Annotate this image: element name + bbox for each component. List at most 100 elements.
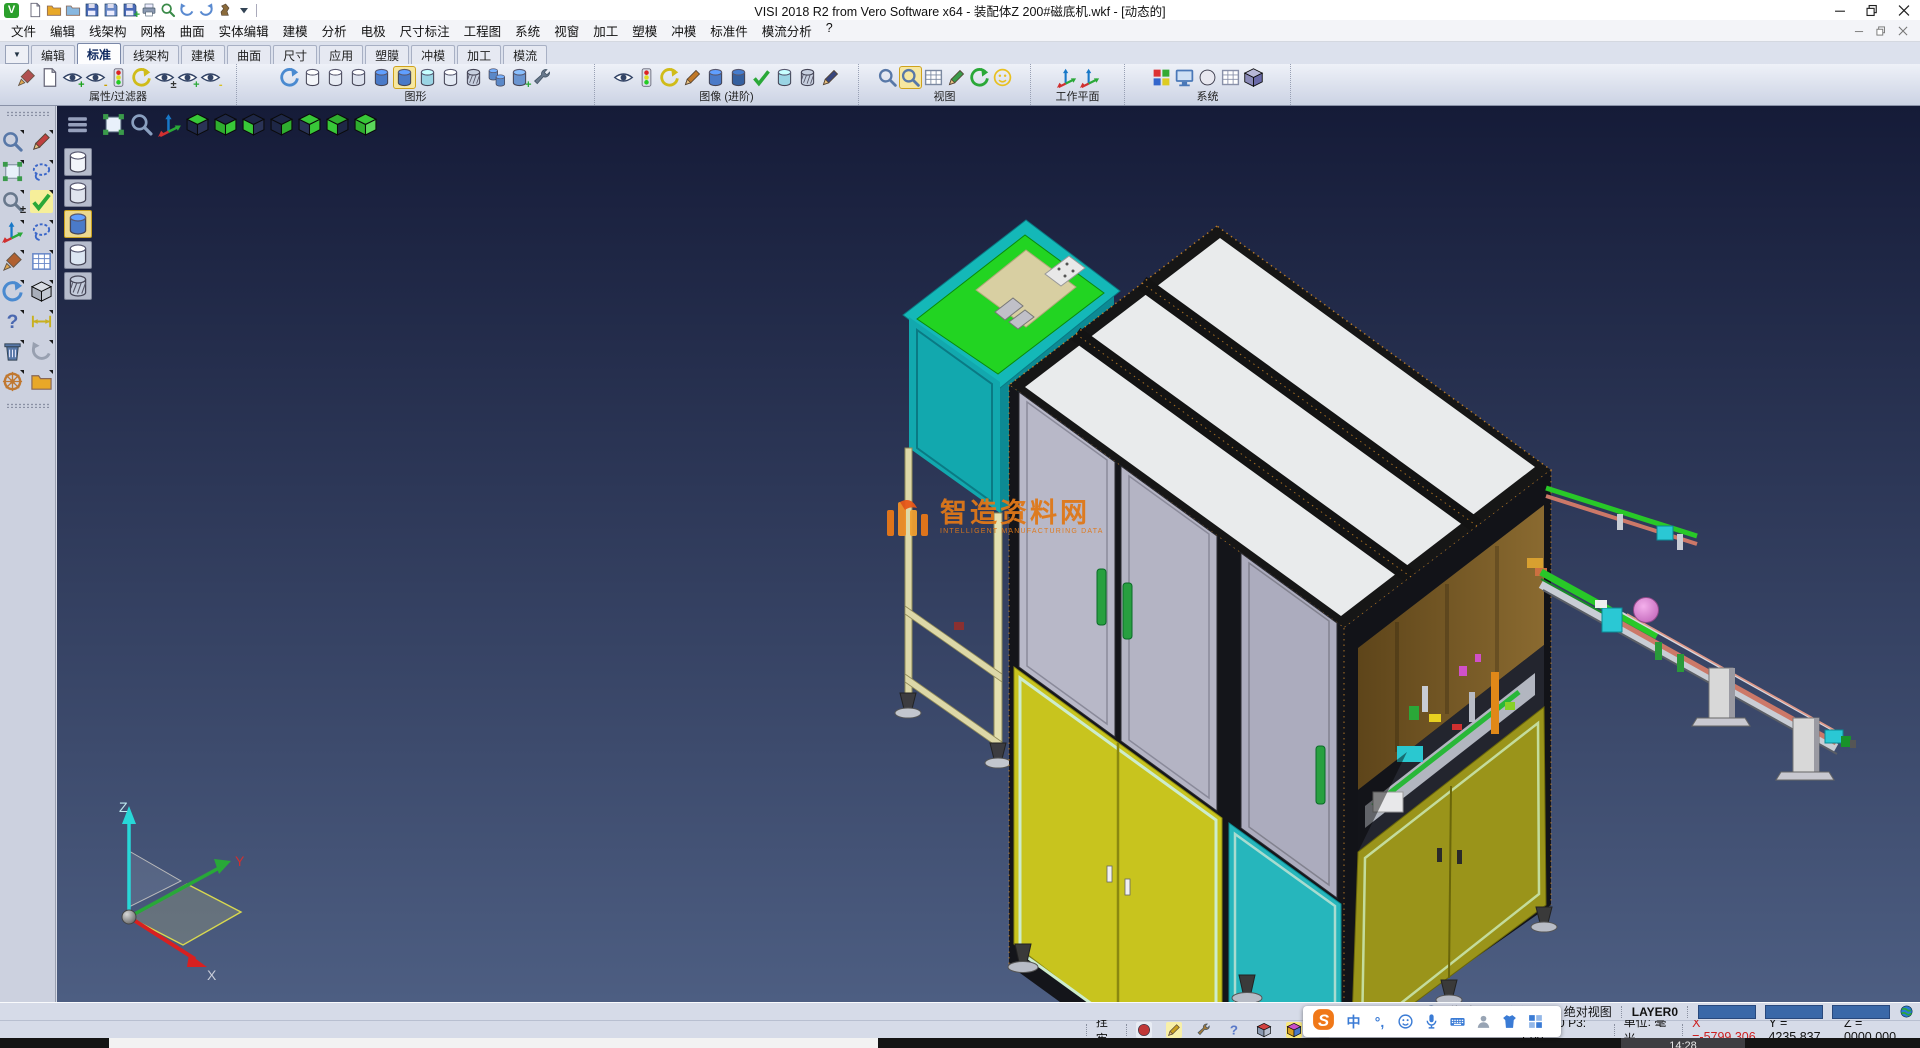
view-iso-wireframe-icon[interactable] xyxy=(269,112,294,137)
lock-toggle-icon[interactable] xyxy=(1136,1022,1152,1038)
refresh-view-icon[interactable] xyxy=(969,67,990,88)
axis-orientation-icon[interactable] xyxy=(157,112,182,137)
save-icon[interactable] xyxy=(84,2,100,18)
sogou-toolbox-icon[interactable] xyxy=(1527,1013,1544,1030)
context-help-icon[interactable] xyxy=(1226,1022,1242,1038)
sogou-logo-icon[interactable] xyxy=(1311,1007,1336,1032)
shaded-edges-view-icon[interactable] xyxy=(394,67,415,88)
open-recent-icon[interactable] xyxy=(65,2,81,18)
measure-distance-icon[interactable] xyxy=(30,310,53,333)
zoom-view-icon[interactable] xyxy=(1,130,24,153)
menu-item-7[interactable]: 分析 xyxy=(315,19,354,42)
zoom-previous-icon[interactable] xyxy=(877,67,898,88)
help-question-icon[interactable] xyxy=(1,310,24,333)
network-globe-icon[interactable] xyxy=(1899,1004,1914,1019)
tab-7[interactable]: 塑膜 xyxy=(365,45,409,64)
tab-9[interactable]: 加工 xyxy=(457,45,501,64)
regen-advanced-icon[interactable] xyxy=(659,67,680,88)
menu-item-12[interactable]: 视窗 xyxy=(547,19,586,42)
tab-10[interactable]: 模流 xyxy=(503,45,547,64)
menu-item-4[interactable]: 曲面 xyxy=(173,19,212,42)
tab-dropdown-button[interactable]: ▼ xyxy=(5,45,29,64)
solid-shade-1-icon[interactable] xyxy=(705,67,726,88)
shaded-view-icon[interactable] xyxy=(371,67,392,88)
menu-item-14[interactable]: 塑模 xyxy=(625,19,664,42)
skin-person-icon[interactable] xyxy=(1475,1013,1492,1030)
open-folder-icon[interactable] xyxy=(46,2,62,18)
show-entity-icon[interactable]: + xyxy=(62,67,83,88)
transparent-shade-icon[interactable] xyxy=(774,67,795,88)
vector-snap-icon[interactable] xyxy=(1256,1022,1272,1038)
workplane-indicator-icon[interactable] xyxy=(1286,1022,1302,1038)
viewport-menu-icon[interactable] xyxy=(65,112,90,137)
workplane-new-icon[interactable] xyxy=(1079,67,1100,88)
pixel-grid-icon[interactable] xyxy=(1220,67,1241,88)
ghost-mode-icon[interactable] xyxy=(64,241,92,269)
multi-solid-view-icon[interactable] xyxy=(486,67,507,88)
doc-restore-icon[interactable] xyxy=(1870,24,1892,38)
soft-keyboard-icon[interactable] xyxy=(1449,1013,1466,1030)
taskbar-window-sliver[interactable] xyxy=(109,1038,878,1048)
menu-item-2[interactable]: 线架构 xyxy=(82,19,134,42)
zoom-fit-icon[interactable] xyxy=(101,112,126,137)
hide-entity-icon[interactable]: - xyxy=(85,67,106,88)
tab-8[interactable]: 冲模 xyxy=(411,45,455,64)
menu-item-3[interactable]: 网格 xyxy=(134,19,173,42)
3d-model-scene[interactable]: Z Y X xyxy=(57,106,1920,1002)
ucs-axis-icon[interactable] xyxy=(1,220,24,243)
display-brightness-icon[interactable] xyxy=(1197,67,1218,88)
window-minimize-icon[interactable] xyxy=(1824,2,1856,19)
menu-item-17[interactable]: 模流分析 xyxy=(755,19,819,42)
tab-6[interactable]: 应用 xyxy=(319,45,363,64)
hidden-line-mode-icon[interactable] xyxy=(64,179,92,207)
undo-step-icon[interactable] xyxy=(30,340,53,363)
solid-cube-icon[interactable] xyxy=(30,280,53,303)
system-3d-view-icon[interactable] xyxy=(1243,67,1264,88)
menu-item-13[interactable]: 加工 xyxy=(586,19,625,42)
doc-minimize-icon[interactable] xyxy=(1848,24,1870,38)
graphics-settings-icon[interactable] xyxy=(532,67,553,88)
hatched-view-icon[interactable] xyxy=(463,67,484,88)
new-file-icon[interactable] xyxy=(27,2,43,18)
render-smiley-icon[interactable] xyxy=(992,67,1013,88)
menu-item-6[interactable]: 建模 xyxy=(276,19,315,42)
wireframe-mode-icon[interactable] xyxy=(64,148,92,176)
view-grid-icon[interactable] xyxy=(923,67,944,88)
menu-item-11[interactable]: 系统 xyxy=(508,19,547,42)
input-language-icon[interactable]: 中 xyxy=(1345,1013,1362,1030)
toggle-visibility-icon[interactable]: ± xyxy=(154,67,175,88)
view-iso-back-icon[interactable] xyxy=(325,112,350,137)
navigate-wheel-icon[interactable] xyxy=(1,370,24,393)
flat-view-icon[interactable] xyxy=(440,67,461,88)
wireframe-view-icon[interactable] xyxy=(302,67,323,88)
print-icon[interactable] xyxy=(141,2,157,18)
validate-shade-icon[interactable] xyxy=(751,67,772,88)
tab-4[interactable]: 曲面 xyxy=(227,45,271,64)
tab-1[interactable]: 标准 xyxy=(77,43,121,64)
hide-all-icon[interactable]: - xyxy=(200,67,221,88)
view-iso-left-icon[interactable] xyxy=(241,112,266,137)
menu-item-8[interactable]: 电极 xyxy=(354,19,393,42)
save-all-icon[interactable]: + xyxy=(122,2,138,18)
quickbar-more-icon[interactable] xyxy=(236,2,252,18)
menu-item-0[interactable]: 文件 xyxy=(4,19,43,42)
traffic-advanced-icon[interactable] xyxy=(636,67,657,88)
zoom-dynamic-icon[interactable] xyxy=(129,112,154,137)
select-lasso-icon[interactable] xyxy=(30,160,53,183)
spline-draw-icon[interactable] xyxy=(30,220,53,243)
render-layers-icon[interactable] xyxy=(1,250,24,273)
menu-item-18[interactable]: ? xyxy=(819,19,840,42)
voice-input-icon[interactable] xyxy=(1423,1013,1440,1030)
filter-traffic-icon[interactable] xyxy=(108,67,129,88)
refresh-filter-icon[interactable] xyxy=(131,67,152,88)
print-preview-icon[interactable] xyxy=(160,2,176,18)
sheet-grid-icon[interactable] xyxy=(30,250,53,273)
material-dark-icon[interactable] xyxy=(820,67,841,88)
emoji-picker-icon[interactable] xyxy=(1397,1013,1414,1030)
hide-advanced-icon[interactable] xyxy=(613,67,634,88)
doc-close-icon[interactable] xyxy=(1892,24,1914,38)
regen-graphics-icon[interactable] xyxy=(279,67,300,88)
menu-item-16[interactable]: 标准件 xyxy=(703,19,755,42)
view-iso-right-icon[interactable] xyxy=(297,112,322,137)
open-project-icon[interactable] xyxy=(30,370,53,393)
